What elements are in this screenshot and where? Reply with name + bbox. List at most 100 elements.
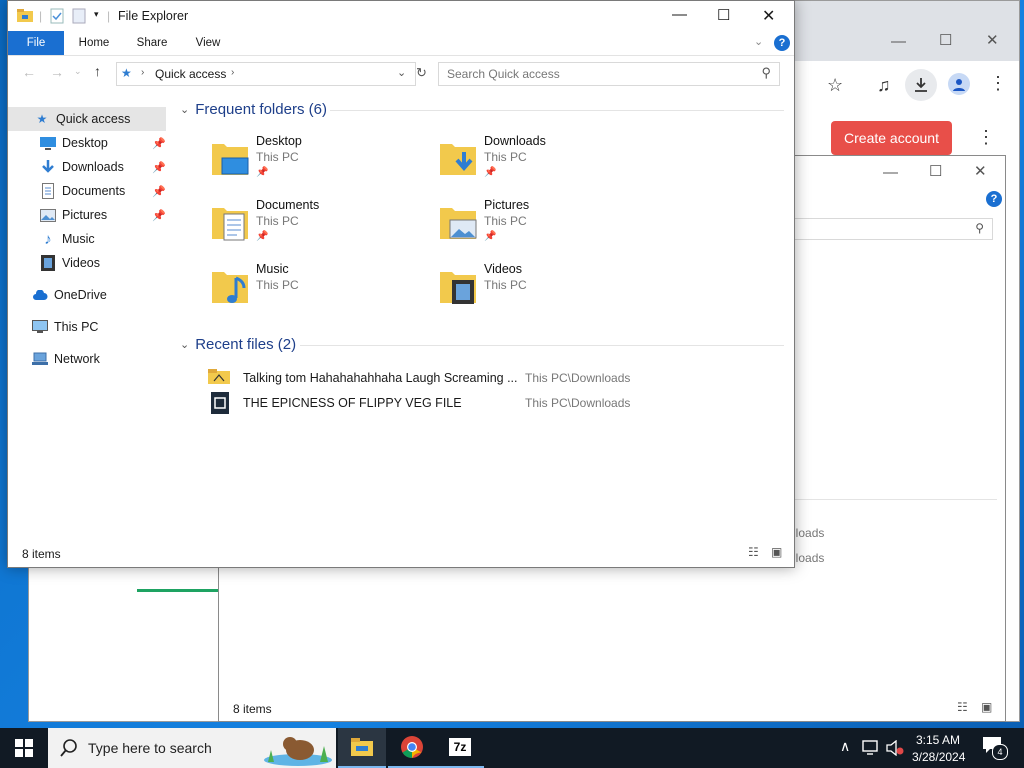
large-icons-view-icon[interactable]: ▣: [981, 700, 992, 714]
navigation-pane: ★ Quick access Desktop 📌 Downloads 📌 Docu…: [8, 105, 172, 535]
bookmark-star-icon[interactable]: ☆: [827, 75, 843, 96]
window-title: File Explorer: [118, 9, 189, 23]
clock-time[interactable]: 3:15 AM: [916, 733, 960, 747]
expand-ribbon-icon[interactable]: ⌄: [754, 35, 763, 48]
details-view-icon[interactable]: ☷: [957, 700, 968, 714]
recent-file-location: This PC\Downloads: [525, 371, 631, 385]
star-icon: ★: [36, 112, 48, 126]
crumb-separator: ›: [141, 67, 145, 78]
clock-date[interactable]: 3/28/2024: [912, 750, 965, 764]
recent-locations-icon[interactable]: ⌄: [74, 66, 82, 77]
folder-music[interactable]: Music This PC: [210, 262, 430, 318]
taskbar-chrome[interactable]: [388, 728, 436, 768]
back-arrow-icon[interactable]: ←: [22, 64, 36, 80]
pictures-folder-icon: [440, 208, 477, 239]
large-icons-view-icon[interactable]: ▣: [771, 545, 782, 559]
forward-arrow-icon[interactable]: →: [50, 64, 64, 80]
nav-item-videos[interactable]: Videos: [8, 251, 166, 275]
search-placeholder: Search Quick access: [447, 67, 560, 81]
recent-files-header[interactable]: ⌄ Recent files (2): [180, 336, 296, 353]
folder-documents[interactable]: Documents This PC 📌: [210, 198, 430, 254]
pin-icon: 📌: [484, 167, 497, 178]
nav-item-desktop[interactable]: Desktop 📌: [8, 131, 166, 155]
section-divider: [300, 345, 784, 346]
chrome-minimize-button[interactable]: —: [891, 33, 906, 50]
tab-home[interactable]: Home: [72, 31, 116, 55]
taskbar-file-explorer[interactable]: [338, 728, 386, 768]
folder-pictures[interactable]: Pictures This PC 📌: [438, 198, 658, 254]
start-button[interactable]: [0, 728, 48, 768]
create-account-button[interactable]: Create account: [831, 121, 952, 155]
page-menu-icon[interactable]: ⋮: [977, 127, 995, 148]
address-dropdown-icon[interactable]: ⌄: [397, 66, 406, 79]
close-button[interactable]: ✕: [762, 6, 775, 26]
downloads-folder-icon: [440, 144, 476, 175]
network-status-icon[interactable]: [862, 740, 880, 756]
help-icon[interactable]: ?: [774, 35, 790, 51]
recent-file-row[interactable]: THE EPICNESS OF FLIPPY VEG FILE This PC\…: [208, 392, 798, 415]
chrome-maximize-button[interactable]: ☐: [939, 31, 952, 49]
folder-name: Downloads: [484, 134, 546, 148]
nav-item-pictures[interactable]: Pictures 📌: [8, 203, 166, 227]
address-bar[interactable]: ★ › Quick access › ⌄: [116, 62, 416, 86]
nav-item-network[interactable]: Network: [8, 347, 166, 371]
chrome-menu-icon[interactable]: ⋮: [989, 73, 1007, 94]
media-control-icon[interactable]: ♫: [877, 75, 891, 96]
downloads-icon[interactable]: [905, 69, 937, 101]
nav-label: Music: [62, 232, 95, 246]
chrome-close-button[interactable]: ✕: [986, 31, 999, 49]
recent-files-title: Recent files (2): [195, 336, 297, 353]
nav-item-this-pc[interactable]: This PC: [8, 315, 166, 339]
show-hidden-icons-icon[interactable]: ∧: [840, 738, 850, 755]
new-folder-quick-icon[interactable]: [72, 8, 86, 24]
explorer2-maximize-button[interactable]: ☐: [929, 162, 942, 180]
folder-name: Desktop: [256, 134, 302, 148]
chrome-icon: [401, 736, 423, 758]
explorer2-minimize-button[interactable]: —: [883, 164, 898, 181]
network-icon: [32, 351, 48, 367]
folder-desktop[interactable]: Desktop This PC 📌: [210, 134, 430, 190]
nav-item-downloads[interactable]: Downloads 📌: [8, 155, 166, 179]
folder-videos[interactable]: Videos This PC: [438, 262, 658, 318]
up-arrow-icon[interactable]: ↑: [94, 63, 101, 79]
nav-item-onedrive[interactable]: OneDrive: [8, 283, 166, 307]
tab-view[interactable]: View: [186, 31, 230, 55]
explorer2-close-button[interactable]: ✕: [974, 162, 987, 180]
tab-file[interactable]: File: [8, 31, 64, 55]
refresh-icon[interactable]: ↻: [416, 65, 427, 81]
explorer2-help-icon[interactable]: ?: [986, 191, 1002, 207]
properties-quick-icon[interactable]: [50, 8, 64, 24]
file-explorer-icon: [351, 738, 373, 756]
folder-name: Documents: [256, 198, 320, 212]
volume-muted-icon[interactable]: [886, 740, 904, 756]
frequent-folders-header[interactable]: ⌄ Frequent folders (6): [180, 101, 327, 118]
documents-folder-icon: [212, 208, 248, 241]
nav-label: Pictures: [62, 208, 108, 222]
nav-item-documents[interactable]: Documents 📌: [8, 179, 166, 203]
taskbar-search-box[interactable]: Type here to search: [48, 728, 336, 768]
nav-label: This PC: [54, 320, 99, 334]
tab-share[interactable]: Share: [130, 31, 174, 55]
taskbar-7zip[interactable]: 7z: [436, 728, 484, 768]
nav-item-quick-access[interactable]: ★ Quick access: [8, 107, 166, 131]
desktop-icon: [40, 135, 56, 151]
action-center-button[interactable]: 4: [982, 736, 1008, 760]
breadcrumb-quick-access[interactable]: Quick access: [155, 67, 226, 81]
search-input[interactable]: Search Quick access ⚲: [438, 62, 780, 86]
recent-file-row[interactable]: Talking tom Hahahahahhaha Laugh Screamin…: [208, 368, 798, 390]
customize-toolbar-icon[interactable]: ▾: [94, 9, 99, 20]
recent-file-name: THE EPICNESS OF FLIPPY VEG FILE: [243, 396, 462, 410]
pin-icon: 📌: [152, 137, 166, 150]
folder-downloads[interactable]: Downloads This PC 📌: [438, 134, 658, 190]
minimize-button[interactable]: —: [672, 6, 687, 23]
folder-location: This PC: [256, 150, 299, 164]
music-icon: ♪: [44, 230, 52, 248]
recent-file-location: This PC\Downloads: [525, 396, 631, 410]
status-bar: 8 items ☷ ▣: [8, 541, 794, 565]
profile-avatar-icon[interactable]: [948, 73, 970, 95]
desktop-folder-icon: [212, 144, 249, 175]
maximize-button[interactable]: ☐: [717, 6, 730, 24]
section-divider: [330, 110, 784, 111]
nav-item-music[interactable]: ♪ Music: [8, 227, 166, 251]
details-view-icon[interactable]: ☷: [748, 545, 759, 559]
